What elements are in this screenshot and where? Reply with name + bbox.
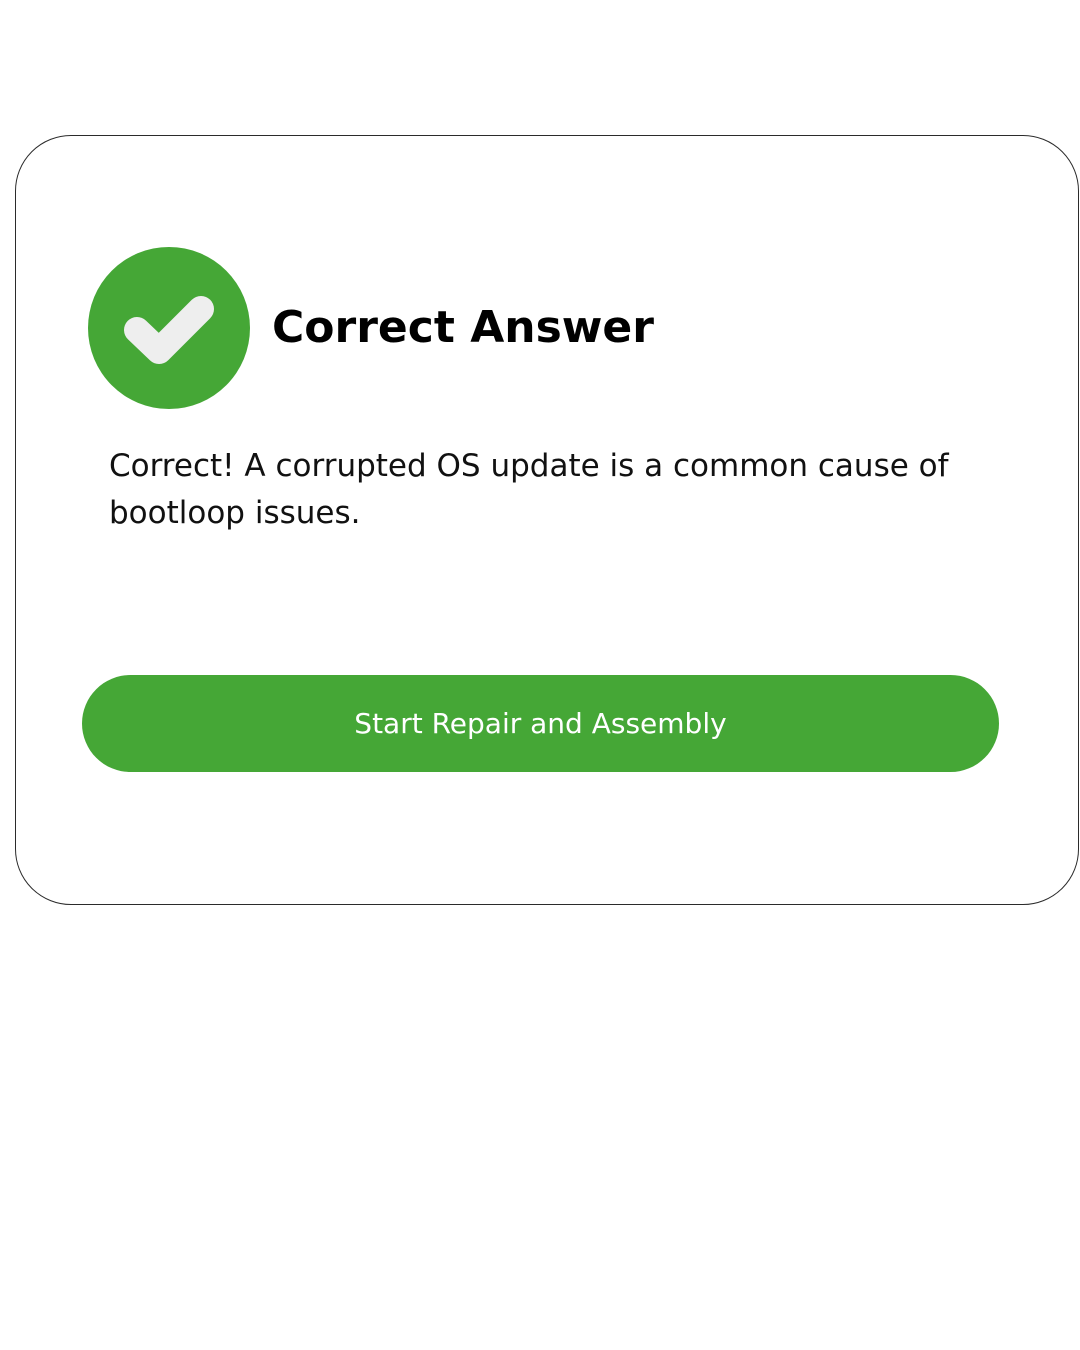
result-card: Correct Answer Correct! A corrupted OS u…: [15, 135, 1079, 905]
check-circle-icon-graphic: [88, 247, 250, 409]
page: Correct Answer Correct! A corrupted OS u…: [0, 0, 1080, 1350]
start-repair-button[interactable]: Start Repair and Assembly: [82, 675, 999, 772]
feedback-message: Correct! A corrupted OS update is a comm…: [109, 448, 949, 531]
result-title: Correct Answer: [272, 302, 654, 353]
check-circle-icon: [88, 247, 250, 409]
